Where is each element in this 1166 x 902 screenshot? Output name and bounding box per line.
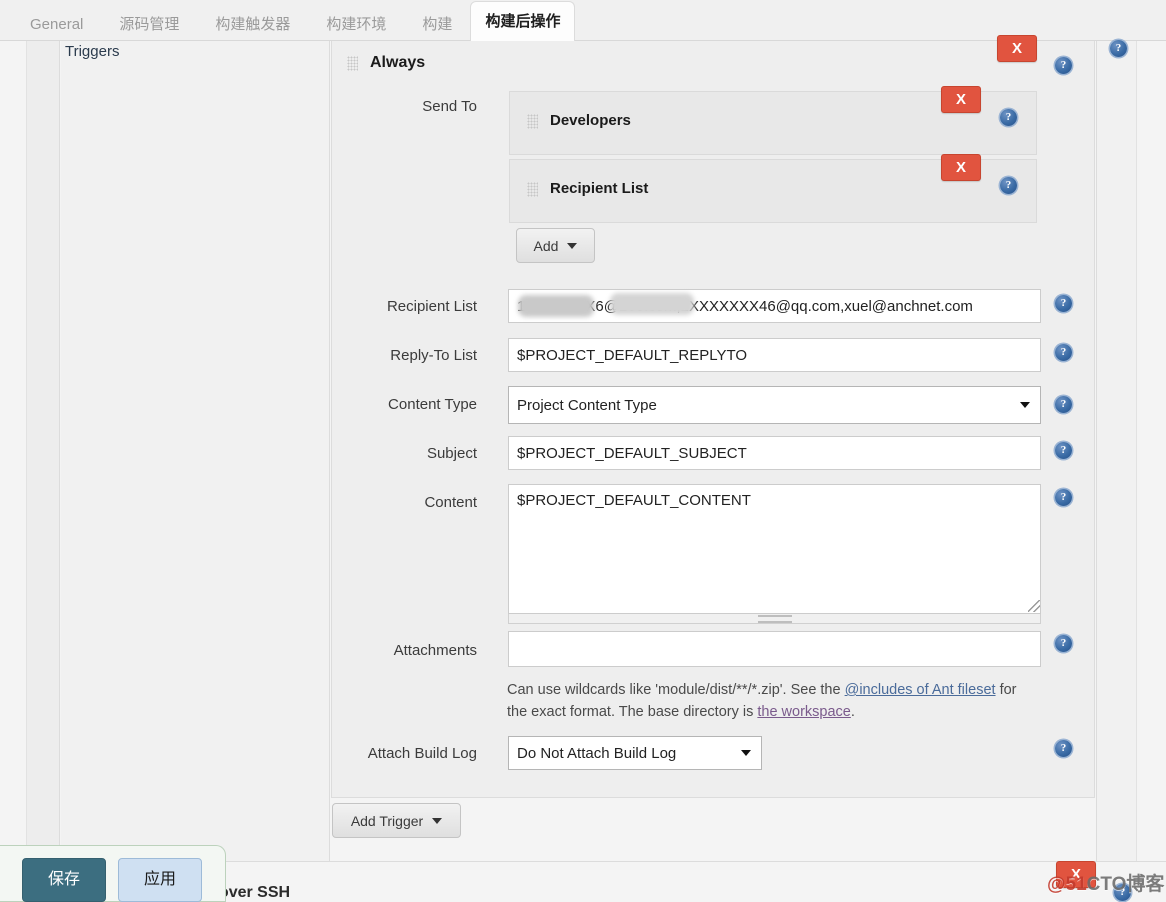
attachments-label: Attachments — [393, 642, 477, 659]
content-textarea[interactable] — [508, 484, 1041, 614]
page-left-rail — [0, 41, 27, 861]
content-label: Content — [424, 494, 477, 511]
attach-build-log-value: Do Not Attach Build Log — [517, 744, 677, 762]
attachments-help-text-part3: . — [850, 704, 855, 720]
attachments-help-icon[interactable]: ? — [1055, 635, 1072, 652]
recipient-list-delete-button[interactable]: X — [941, 154, 981, 181]
add-recipient-label: Add — [533, 237, 559, 254]
recipient-list-field-label: Recipient List — [386, 298, 477, 315]
tab-build[interactable]: 构建 — [404, 8, 470, 41]
config-nav-column: Triggers — [61, 41, 330, 861]
sidebar-item-triggers[interactable]: Triggers — [65, 43, 119, 60]
ant-fileset-link[interactable]: @includes of Ant fileset — [845, 682, 996, 698]
trigger-always-panel: Always X ? Send To Developers X ? Recipi… — [331, 35, 1095, 798]
chevron-down-icon — [567, 242, 578, 249]
content-type-value: Project Content Type — [517, 396, 657, 414]
tab-post-build-actions[interactable]: 构建后操作 — [470, 1, 576, 42]
apply-button[interactable]: 应用 — [118, 858, 202, 902]
reply-to-list-input[interactable] — [508, 338, 1041, 372]
workspace-link[interactable]: the workspace — [757, 704, 851, 720]
reply-to-list-help-icon[interactable]: ? — [1055, 344, 1072, 361]
watermark-prefix: @51 — [1047, 874, 1087, 895]
trigger-help-icon[interactable]: ? — [1055, 57, 1072, 74]
chevron-down-icon — [1020, 402, 1030, 408]
attachments-help-text-part1: Can use wildcards like 'module/dist/**/*… — [507, 682, 845, 698]
save-button[interactable]: 保存 — [22, 858, 106, 902]
tab-build-triggers[interactable]: 构建触发器 — [197, 8, 308, 41]
add-trigger-label: Add Trigger — [350, 812, 424, 829]
chevron-down-icon — [741, 750, 751, 756]
tab-general[interactable]: General — [12, 8, 101, 41]
attachments-help-text: Can use wildcards like 'module/dist/**/*… — [507, 679, 1017, 723]
subject-help-icon[interactable]: ? — [1055, 442, 1072, 459]
content-type-label: Content Type — [388, 396, 477, 413]
attach-build-log-label: Attach Build Log — [367, 745, 477, 762]
developers-help-icon[interactable]: ? — [1000, 109, 1017, 126]
recipient-provider-title: Recipient List — [550, 180, 649, 197]
tab-source-control[interactable]: 源码管理 — [101, 8, 197, 41]
add-recipient-button[interactable]: Add — [516, 228, 595, 263]
drag-handle-icon[interactable] — [527, 114, 538, 129]
redaction-patch — [518, 295, 594, 317]
page-right-rail — [1136, 41, 1166, 861]
subject-label: Subject — [426, 445, 477, 462]
jenkins-config-page: General 源码管理 构建触发器 构建环境 构建 构建后操作 Trigger… — [0, 0, 1166, 902]
trigger-title: Always — [370, 54, 426, 71]
redaction-patch — [610, 293, 694, 315]
watermark-suffix: CTO博客 — [1086, 874, 1165, 895]
recipient-list-help-icon[interactable]: ? — [1000, 177, 1017, 194]
watermark: @51CTO博客 — [1047, 869, 1164, 896]
content-type-select[interactable]: Project Content Type — [508, 386, 1041, 424]
attach-build-log-help-icon[interactable]: ? — [1055, 740, 1072, 757]
trigger-delete-button[interactable]: X — [997, 35, 1037, 62]
attachments-input[interactable] — [508, 631, 1041, 667]
developers-delete-button[interactable]: X — [941, 86, 981, 113]
content-help-icon[interactable]: ? — [1055, 489, 1072, 506]
send-to-label: Send To — [422, 98, 477, 115]
subject-input[interactable] — [508, 436, 1041, 470]
recipient-provider-title: Developers — [550, 112, 631, 129]
page-help-icon[interactable]: ? — [1110, 40, 1127, 57]
chevron-down-icon — [432, 817, 443, 824]
tab-build-environment[interactable]: 构建环境 — [308, 8, 404, 41]
form-action-bar: 保存 应用 — [0, 845, 226, 902]
add-trigger-button[interactable]: Add Trigger — [332, 803, 461, 838]
content-type-help-icon[interactable]: ? — [1055, 396, 1072, 413]
drag-handle-icon[interactable] — [527, 182, 538, 197]
attach-build-log-select[interactable]: Do Not Attach Build Log — [508, 736, 762, 770]
drag-handle-icon[interactable] — [347, 56, 358, 71]
recipient-list-help-icon[interactable]: ? — [1055, 295, 1072, 312]
config-tab-bar: General 源码管理 构建触发器 构建环境 构建 构建后操作 — [0, 0, 1166, 42]
reply-to-list-label: Reply-To List — [390, 347, 477, 364]
textarea-drag-bar[interactable] — [508, 614, 1041, 624]
page-side-gutter — [27, 41, 60, 861]
